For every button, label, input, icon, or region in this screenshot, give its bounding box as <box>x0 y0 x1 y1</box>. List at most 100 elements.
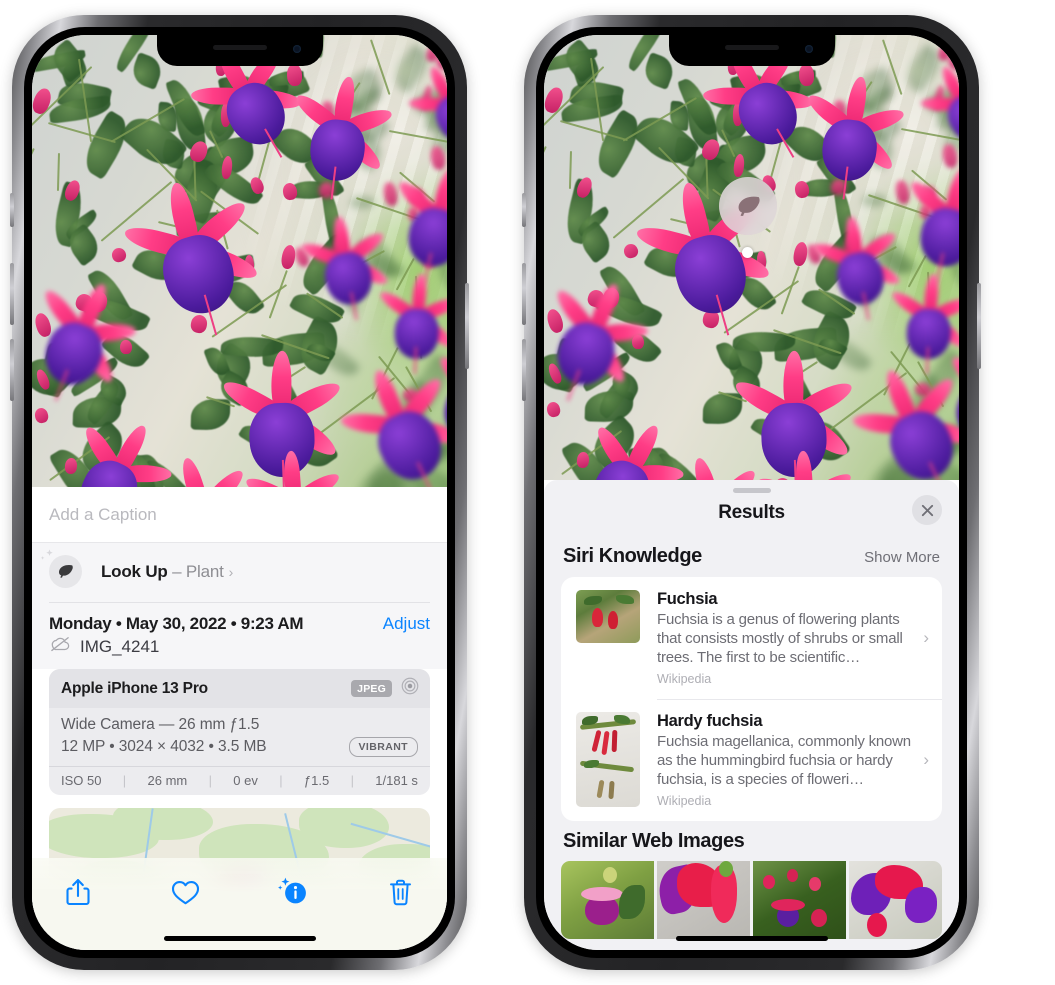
camera-body: Wide Camera — 26 mm ƒ1.5 12 MP • 3024 × … <box>49 708 430 766</box>
photo-stem <box>544 146 547 184</box>
home-indicator[interactable] <box>163 936 316 941</box>
photo-bud <box>545 401 562 419</box>
section-title: Siri Knowledge <box>563 545 702 567</box>
look-up-label: Look Up – Plant <box>101 562 224 582</box>
filename: IMG_4241 <box>80 636 160 656</box>
photo-leaf <box>588 108 648 179</box>
photo-sepal <box>794 450 814 480</box>
results-sheet: Results Siri Knowledge Show More Fuchsia… <box>544 480 959 950</box>
device-bezel: Add a Caption Look Up – Plant › Monday •… <box>24 27 455 958</box>
results-title: Results <box>718 502 785 523</box>
file-line-row: 12 MP • 3024 × 4032 • 3.5 MB VIBRANT <box>61 737 418 757</box>
photo-viewer[interactable] <box>544 35 959 480</box>
power-button[interactable] <box>465 283 469 369</box>
result-text: Fuchsia Fuchsia is a genus of flowering … <box>657 590 928 686</box>
photo-foliage <box>544 35 959 480</box>
result-snippet: Fuchsia is a genus of flowering plants t… <box>657 611 903 667</box>
visual-lookup-anchor-dot <box>742 247 753 258</box>
photo-leaf <box>76 110 136 181</box>
exif-separator: | <box>279 773 283 788</box>
silent-switch[interactable] <box>522 193 526 227</box>
volume-down-button[interactable] <box>10 339 14 401</box>
photo-metadata: Monday • May 30, 2022 • 9:23 AM Adjust I… <box>32 602 447 669</box>
look-up-row[interactable]: Look Up – Plant › <box>32 543 447 602</box>
chevron-right-icon: › <box>923 628 929 648</box>
exif-separator: | <box>208 773 212 788</box>
power-button[interactable] <box>977 283 981 369</box>
result-text: Hardy fuchsia Fuchsia magellanica, commo… <box>657 712 928 808</box>
similar-web-images-header: Similar Web Images <box>544 821 959 859</box>
icloud-slash-icon <box>49 636 71 657</box>
result-thumbnail <box>576 712 640 808</box>
photo-viewer[interactable] <box>32 35 447 487</box>
earpiece-speaker <box>212 45 267 50</box>
format-badge: JPEG <box>351 680 392 697</box>
camera-header-badges: JPEG <box>351 677 419 700</box>
info-button[interactable] <box>271 870 315 914</box>
iphone-right-device: Results Siri Knowledge Show More Fuchsia… <box>522 15 981 970</box>
silent-switch[interactable] <box>10 193 14 227</box>
show-more-button[interactable]: Show More <box>864 549 940 566</box>
exif-row: ISO 50 | 26 mm | 0 ev | ƒ1.5 | 1/181 s <box>49 766 430 795</box>
look-up-text: Look Up <box>101 561 168 581</box>
web-image-3[interactable] <box>753 861 846 940</box>
list-item[interactable]: Fuchsia Fuchsia is a genus of flowering … <box>561 577 942 699</box>
exif-value: 26 mm <box>147 773 188 788</box>
earpiece-speaker <box>724 45 779 50</box>
photo-fuchsia-bloom <box>787 56 919 200</box>
exif-value: ƒ1.5 <box>303 773 330 788</box>
camera-header: Apple iPhone 13 Pro JPEG <box>49 669 430 708</box>
leaf-icon <box>40 549 82 588</box>
list-item[interactable]: Hardy fuchsia Fuchsia magellanica, commo… <box>561 699 942 821</box>
volume-up-button[interactable] <box>10 263 14 325</box>
photo-corolla <box>403 203 447 272</box>
siri-knowledge-card: Fuchsia Fuchsia is a genus of flowering … <box>561 577 942 822</box>
web-image-4[interactable] <box>849 861 942 940</box>
web-image-1[interactable] <box>561 861 654 940</box>
screen-right: Results Siri Knowledge Show More Fuchsia… <box>544 35 959 950</box>
photo-stem <box>32 147 35 185</box>
home-indicator[interactable] <box>675 936 828 941</box>
photo-sepal <box>947 354 959 399</box>
capture-date: Monday • May 30, 2022 • 9:23 AM <box>49 614 304 633</box>
device-bezel: Results Siri Knowledge Show More Fuchsia… <box>536 27 967 958</box>
camera-info-card: Apple iPhone 13 Pro JPEG Wide Camera — 2… <box>49 669 430 795</box>
section-title: Similar Web Images <box>563 830 745 853</box>
chevron-right-icon: › <box>228 563 234 580</box>
date-row: Monday • May 30, 2022 • 9:23 AM Adjust <box>49 603 430 636</box>
delete-button[interactable] <box>379 870 423 914</box>
front-camera-icon <box>292 45 301 53</box>
notch <box>156 35 323 66</box>
exif-separator: | <box>122 773 127 788</box>
iphone-left-device: Add a Caption Look Up – Plant › Monday •… <box>10 15 469 970</box>
photo-stem <box>57 152 61 191</box>
close-icon[interactable] <box>912 495 942 525</box>
file-line: 12 MP • 3024 × 4032 • 3.5 MB <box>61 738 267 755</box>
visual-lookup-badge[interactable] <box>719 177 777 235</box>
photo-sepal <box>689 455 723 480</box>
photo-stem <box>569 150 573 189</box>
share-button[interactable] <box>56 870 100 914</box>
result-snippet: Fuchsia magellanica, commonly known as t… <box>657 733 911 789</box>
photo-bud <box>33 406 50 425</box>
filename-row: IMG_4241 <box>49 636 430 669</box>
front-camera-icon <box>804 45 813 53</box>
siri-knowledge-header: Siri Knowledge Show More <box>544 536 959 577</box>
adjust-button[interactable]: Adjust <box>383 614 430 634</box>
result-title: Fuchsia <box>657 590 718 608</box>
result-title: Hardy fuchsia <box>657 712 763 731</box>
photo-sepal <box>282 450 302 487</box>
sparkle-icon <box>38 548 58 568</box>
web-image-2[interactable] <box>657 861 750 940</box>
lens-line: Wide Camera — 26 mm ƒ1.5 <box>61 716 260 733</box>
look-up-separator: – <box>167 561 186 581</box>
aperture-icon <box>401 677 419 700</box>
favorite-button[interactable] <box>164 870 208 914</box>
photo-sepal <box>435 354 447 399</box>
exif-value: 1/181 s <box>375 773 418 788</box>
chevron-right-icon: › <box>923 750 929 770</box>
volume-down-button[interactable] <box>522 339 526 401</box>
volume-up-button[interactable] <box>522 263 526 325</box>
result-source: Wikipedia <box>657 794 712 809</box>
caption-input[interactable]: Add a Caption <box>32 487 447 543</box>
